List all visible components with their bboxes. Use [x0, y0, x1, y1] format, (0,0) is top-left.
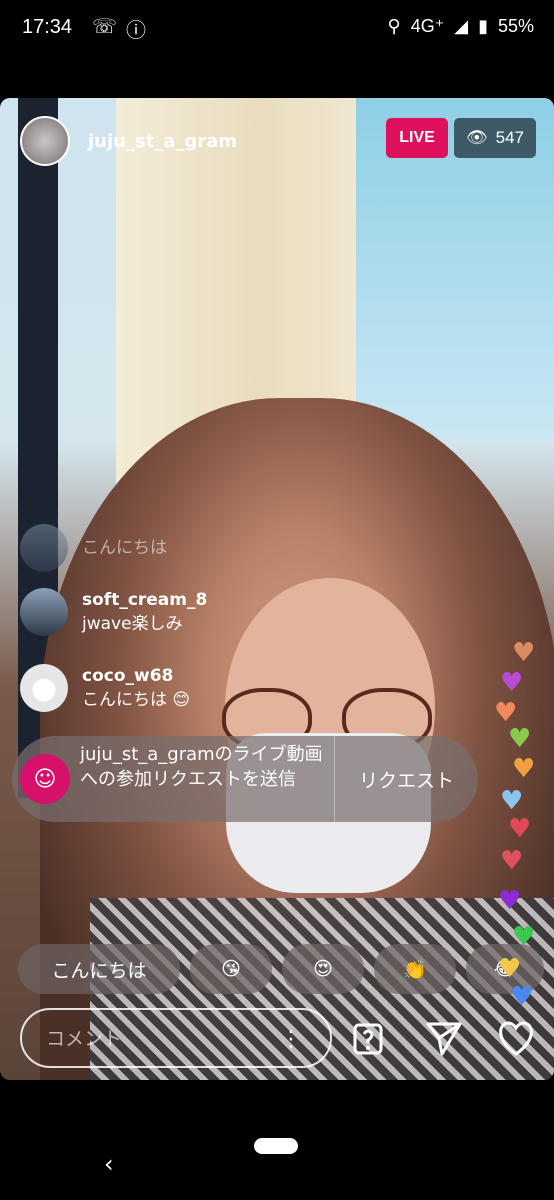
floating-heart-icon: ♥ [500, 846, 524, 876]
join-request-icon: ☺ [20, 754, 70, 804]
status-bar: 17:34 ☏ ⓘ ⚲ 4G⁺ ◢ ▮ 55% [0, 0, 554, 60]
comment-username[interactable]: coco_w68 [82, 664, 190, 688]
info-icon: ⓘ [126, 18, 146, 42]
comment-item: ● coco_w68 こんにちは 😊 [20, 664, 190, 712]
question-icon[interactable] [348, 1016, 392, 1060]
floating-heart-icon: ♥ [498, 886, 522, 916]
request-button[interactable]: リクエスト [335, 736, 478, 822]
comment-item: soft_cream_8 jwave楽しみ [20, 588, 207, 636]
more-options-icon[interactable]: ⋮ [280, 1026, 302, 1054]
send-icon[interactable] [422, 1016, 466, 1060]
floating-heart-icon: ♥ [498, 954, 522, 984]
comment-username[interactable]: soft_cream_8 [82, 588, 207, 612]
navigation-bar: ‹ [0, 1080, 554, 1200]
quick-reply-kiss[interactable]: 😘 [190, 944, 272, 994]
floating-heart-icon: ♥ [500, 668, 524, 698]
signal-icon: ◢ [454, 16, 469, 36]
location-icon: ⚲ [387, 16, 401, 36]
heart-icon[interactable] [494, 1016, 538, 1060]
comment-input[interactable] [44, 1024, 288, 1054]
eye-icon: 👁 [466, 128, 488, 147]
comment-text: こんにちは [82, 538, 167, 558]
system-status: ⚲ 4G⁺ ◢ ▮ 55% [388, 16, 534, 37]
home-handle[interactable] [254, 1138, 298, 1154]
battery-icon: ▮ [478, 16, 488, 36]
host-info[interactable]: juju_st_a_gram [20, 116, 237, 166]
live-badge: LIVE [386, 118, 448, 158]
comment-avatar[interactable] [20, 588, 68, 636]
network-label: 4G⁺ [410, 16, 445, 36]
comment-text: こんにちは 😊 [82, 690, 191, 710]
floating-heart-icon: ♥ [512, 922, 536, 952]
quick-reply-heart-eyes[interactable]: 😍 [282, 944, 364, 994]
wifi-calling-icon: ☏ [92, 14, 118, 38]
quick-reply-clap[interactable]: 👏 [374, 944, 456, 994]
floating-heart-icon: ♥ [512, 754, 536, 784]
back-icon[interactable]: ‹ [104, 1150, 114, 1178]
comment-text: jwave楽しみ [82, 614, 183, 634]
floating-heart-icon: ♥ [512, 638, 536, 668]
floating-heart-icon: ♥ [500, 786, 524, 816]
host-avatar[interactable] [20, 116, 70, 166]
host-username[interactable]: juju_st_a_gram [88, 131, 237, 152]
comment-field[interactable]: ⋮ [20, 1008, 332, 1068]
viewer-count-badge[interactable]: 👁 547 [454, 118, 536, 158]
floating-heart-icon: ♥ [508, 724, 532, 754]
comment-avatar [20, 524, 68, 572]
battery-label: 55% [497, 16, 534, 36]
default-avatar-icon[interactable]: ● [20, 664, 68, 712]
floating-heart-icon: ♥ [508, 814, 532, 844]
viewer-count: 547 [495, 128, 524, 147]
join-request-message: juju_st_a_gramのライブ動画への参加リクエストを送信 [80, 744, 323, 790]
live-video[interactable]: juju_st_a_gram LIVE 👁 547 こんにちは soft_cre… [0, 98, 554, 1080]
floating-heart-icon: ♥ [510, 982, 534, 1012]
join-request-card: ☺ juju_st_a_gramのライブ動画への参加リクエストを送信 リクエスト [12, 736, 478, 822]
clock: 17:34 [22, 16, 73, 38]
quick-reply-hello[interactable]: こんにちは [18, 944, 180, 994]
comment-item: こんにちは [20, 524, 167, 572]
